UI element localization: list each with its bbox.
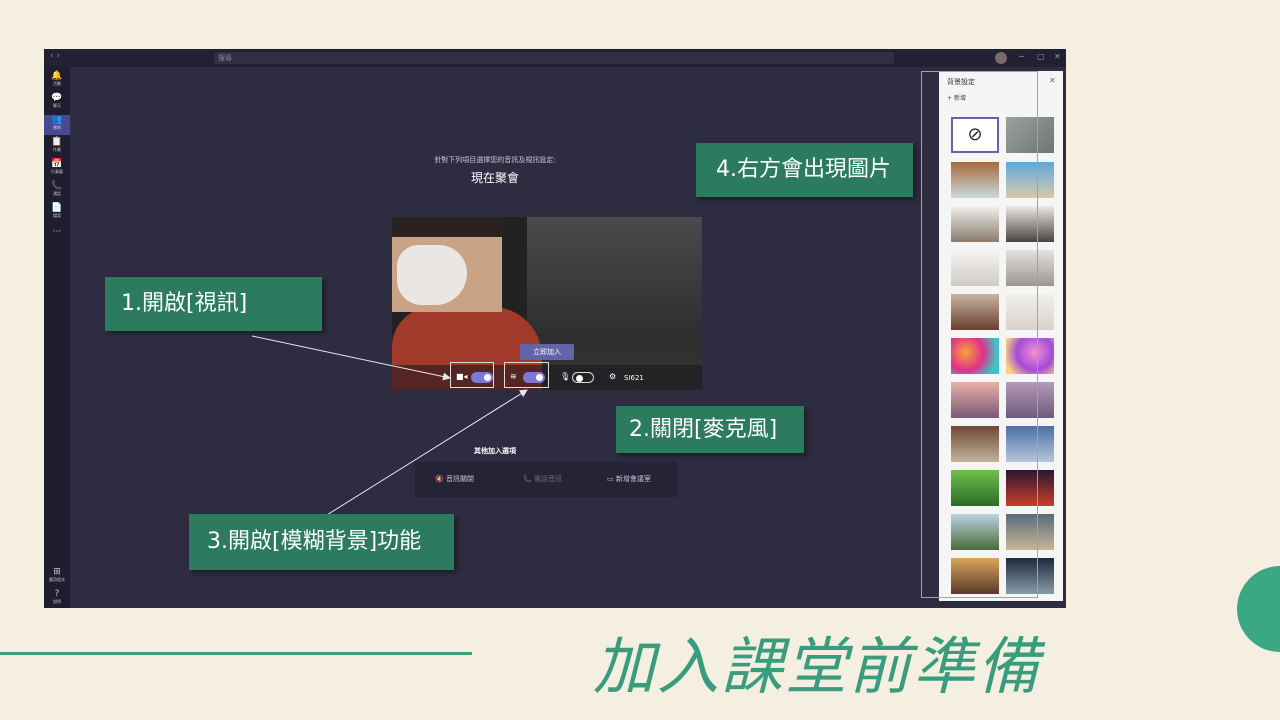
teams-icon: 👥: [51, 115, 63, 125]
rail-item-label: 檔案: [53, 213, 61, 218]
footer-line: [0, 652, 472, 655]
callout-step4: 4.右方會出現圖片: [696, 143, 913, 197]
help-icon: ?: [54, 589, 60, 599]
option-label: 新增會議室: [615, 475, 651, 483]
rail-item-activity[interactable]: 🔔 活動: [44, 71, 70, 91]
maximize-icon[interactable]: ▢: [1037, 52, 1045, 61]
option-label: 電話音訊: [533, 475, 562, 483]
speaker-off-icon: 🔇: [435, 475, 444, 483]
rail-item-help[interactable]: ? 說明: [44, 589, 70, 608]
rail-item-label: 通話: [53, 191, 61, 196]
video-person-hair: [392, 217, 502, 237]
search-input[interactable]: 搜尋: [214, 52, 894, 64]
callout-step3: 3.開啟[模糊背景]功能: [189, 514, 454, 570]
bell-icon: 🔔: [51, 71, 63, 81]
rail-item-assignments[interactable]: 📋 作業: [44, 137, 70, 157]
mic-off-icon: 🎙: [560, 372, 571, 381]
rail-item-label: 說明: [53, 599, 61, 604]
avatar[interactable]: [995, 52, 1007, 64]
blur-toggle-highlight: [504, 362, 549, 388]
callout-step2: 2.關閉[麥克風]: [616, 406, 804, 453]
rail-item-label: 作業: [53, 147, 61, 152]
option-label: 音訊關閉: [445, 475, 474, 483]
rail-item-teams[interactable]: 👥 團隊: [44, 115, 70, 135]
apps-icon: ⊞: [53, 567, 61, 577]
video-preview: 立即加入 ■◂ ≋ 🎙 ⚙ SI621: [392, 217, 702, 390]
panel-highlight-frame: [921, 71, 1038, 598]
phone-audio-option: 📞 電話音訊: [523, 474, 562, 484]
minimize-icon[interactable]: ─: [1019, 52, 1024, 61]
join-options-bar: 🔇 音訊關閉 📞 電話音訊 ▭ 新增會議室: [415, 462, 677, 497]
rail-item-calls[interactable]: 📞 通話: [44, 181, 70, 201]
rail-item-label: 活動: [53, 81, 61, 86]
rail-item-label: 應用程式: [49, 577, 65, 582]
join-now-button[interactable]: 立即加入: [520, 344, 574, 360]
video-toggle-highlight: [450, 362, 494, 388]
add-room-option[interactable]: ▭ 新增會議室: [607, 474, 651, 484]
video-person-mask: [397, 245, 467, 305]
more-icon[interactable]: ···: [44, 227, 70, 247]
mic-toggle[interactable]: [572, 372, 594, 383]
rail-item-label: 團隊: [53, 125, 61, 130]
phone-icon: 📞: [51, 181, 63, 191]
rail-item-files[interactable]: 📄 檔案: [44, 203, 70, 223]
gear-icon[interactable]: ⚙: [609, 372, 616, 381]
rail-item-apps[interactable]: ⊞ 應用程式: [44, 567, 70, 587]
chat-icon: 💬: [51, 93, 63, 103]
close-icon[interactable]: ✕: [1054, 52, 1061, 61]
phone-icon: 📞: [523, 475, 532, 483]
assignments-icon: 📋: [51, 137, 63, 147]
close-icon[interactable]: ✕: [1049, 76, 1056, 85]
device-settings-label[interactable]: SI621: [624, 374, 644, 382]
audio-off-option[interactable]: 🔇 音訊關閉: [435, 474, 474, 484]
app-rail: 🔔 活動 💬 聊天 👥 團隊 📋 作業 📅 行事曆 📞 通話 📄 檔案 ···: [44, 67, 70, 608]
room-icon: ▭: [607, 475, 614, 483]
rail-item-label: 聊天: [53, 103, 61, 108]
files-icon: 📄: [51, 203, 63, 213]
decorative-circle: [1237, 566, 1280, 652]
calendar-icon: 📅: [51, 159, 63, 169]
title-bar: ‹ › 搜尋 ─ ▢ ✕: [44, 49, 1066, 67]
rail-item-chat[interactable]: 💬 聊天: [44, 93, 70, 113]
slide-title: 加入課堂前準備: [593, 630, 1042, 703]
nav-arrows-icon[interactable]: ‹ ›: [50, 51, 60, 61]
rail-item-label: 行事曆: [51, 169, 63, 174]
rail-item-calendar[interactable]: 📅 行事曆: [44, 159, 70, 179]
callout-step1: 1.開啟[視訊]: [105, 277, 322, 331]
